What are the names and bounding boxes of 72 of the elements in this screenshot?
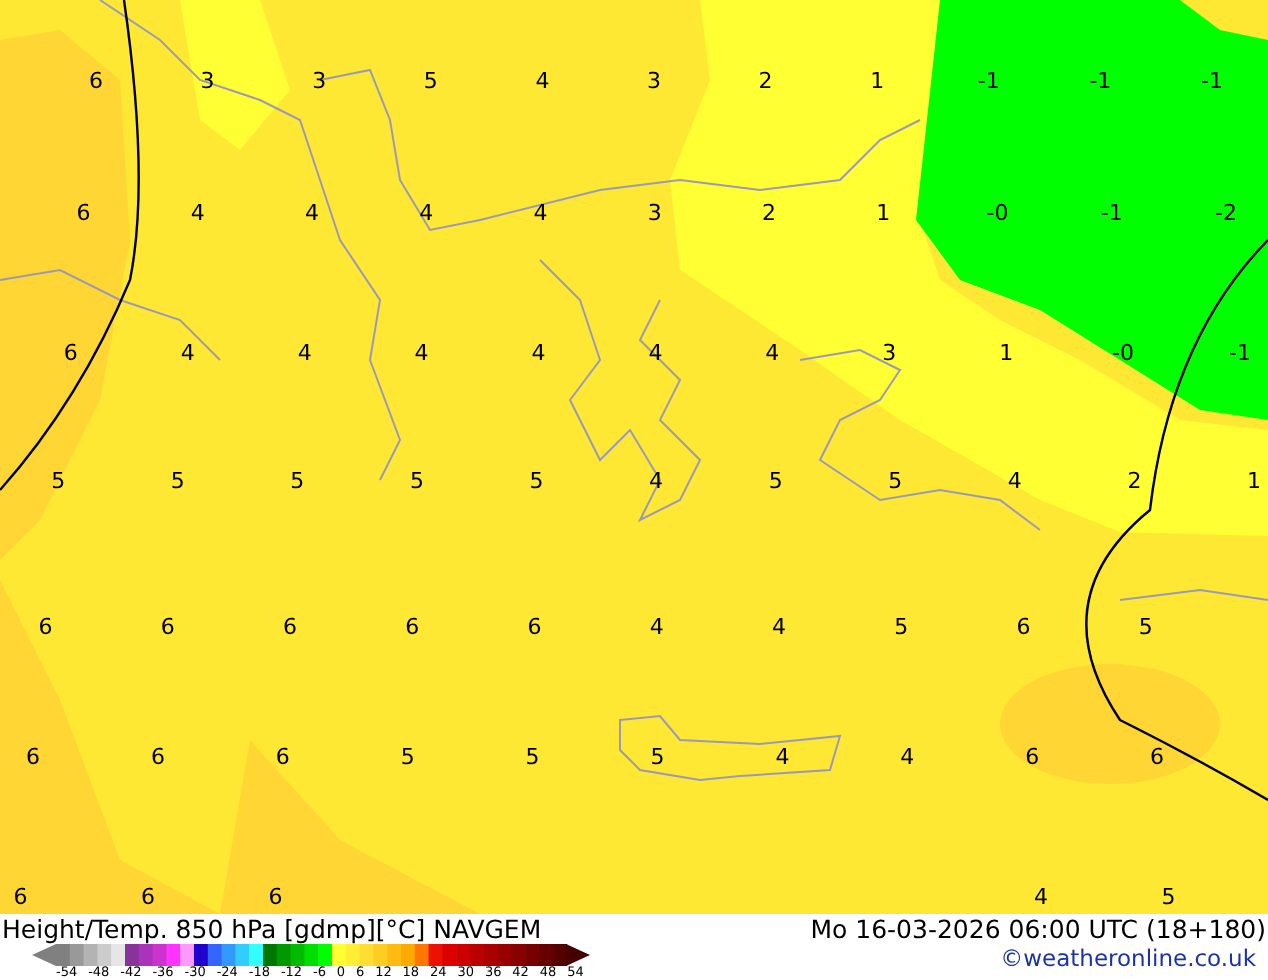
temperature-label: 4 (414, 340, 429, 366)
temperature-label: 1 (1247, 468, 1261, 494)
temperature-label: 5 (888, 468, 903, 494)
temperature-label: 4 (648, 340, 663, 366)
temperature-label: 5 (768, 468, 783, 494)
temperature-label: 6 (275, 744, 290, 770)
temperature-label: 3 (312, 68, 327, 94)
temperature-label: 3 (647, 200, 662, 226)
temperature-label: 6 (13, 884, 28, 910)
temperature-label: 5 (1138, 614, 1153, 640)
temperature-label: -0 (1112, 340, 1135, 366)
temperature-label: 5 (423, 68, 438, 94)
temperature-label: 4 (533, 200, 548, 226)
temperature-label: 4 (180, 340, 195, 366)
temperature-label: -2 (1215, 200, 1237, 226)
temperature-label: 6 (405, 614, 420, 640)
temperature-label: 5 (525, 744, 540, 770)
temperature-label: -0 (986, 200, 1009, 226)
temperature-label: 6 (76, 200, 91, 226)
temperature-label: 5 (409, 468, 424, 494)
temperature-label: 4 (649, 468, 664, 494)
temperature-label: 4 (772, 614, 787, 640)
temperature-label: 4 (535, 68, 550, 94)
temperature-label: 2 (1127, 468, 1142, 494)
temperature-label: 6 (160, 614, 175, 640)
temperature-label: 5 (170, 468, 185, 494)
temperature-label: 5 (51, 468, 66, 494)
temperature-label: 5 (894, 614, 909, 640)
temperature-label: 4 (304, 200, 319, 226)
temperature-label: -1 (1100, 200, 1123, 226)
temperature-label: 6 (283, 614, 298, 640)
temperature-label: 4 (531, 340, 546, 366)
temperature-label: 4 (419, 200, 434, 226)
temperature-label: 6 (1150, 744, 1165, 770)
temperature-label: 6 (1025, 744, 1040, 770)
temperature-label: 3 (200, 68, 215, 94)
temperature-label: 4 (765, 340, 780, 366)
temperature-label: -1 (977, 68, 1000, 94)
temperature-label: 4 (1033, 884, 1048, 910)
temperature-label: 5 (1161, 884, 1176, 910)
temperature-label: -1 (1201, 68, 1223, 94)
temperature-label: 4 (190, 200, 205, 226)
forecast-time: Mo 16-03-2026 06:00 UTC (18+180) (810, 914, 1266, 944)
temperature-label: 1 (876, 200, 891, 226)
temperature-label: -1 (1089, 68, 1112, 94)
temperature-label: -1 (1229, 340, 1251, 366)
temperature-label: 4 (775, 744, 790, 770)
temperature-label: 5 (650, 744, 665, 770)
temperature-label: 6 (1016, 614, 1031, 640)
temperature-label: 6 (89, 68, 103, 94)
temperature-label: 4 (297, 340, 312, 366)
map-title: Height/Temp. 850 hPa [gdmp][°C] NAVGEM (0, 914, 544, 944)
temperature-label: 1 (999, 340, 1014, 366)
temperature-label: 6 (268, 884, 283, 910)
temperature-label: 3 (647, 68, 661, 94)
temperature-label: 5 (290, 468, 305, 494)
temperature-label: 4 (900, 744, 915, 770)
temperature-label: 6 (527, 614, 542, 640)
temperature-label: 6 (140, 884, 155, 910)
temperature-label: 2 (761, 200, 776, 226)
temperature-label: 6 (38, 614, 53, 640)
temperature-label: 6 (150, 744, 165, 770)
temperature-label: 6 (63, 340, 78, 366)
temperature-label: 2 (758, 68, 773, 94)
temperature-label: 6 (26, 744, 40, 770)
temperature-label: 4 (649, 614, 664, 640)
temperature-label: 5 (400, 744, 415, 770)
temperature-label: 1 (870, 68, 885, 94)
temperature-label: 3 (882, 340, 897, 366)
temperature-label: 5 (529, 468, 544, 494)
credit-link[interactable]: ©weatheronline.co.uk (1000, 944, 1256, 974)
temperature-label: 4 (1007, 468, 1022, 494)
